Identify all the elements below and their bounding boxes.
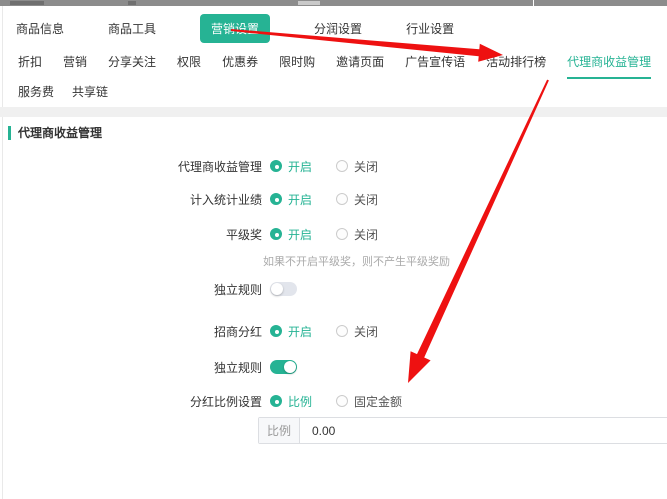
radio-on-label[interactable]: 开启: [288, 323, 312, 340]
radio-fixed-amount-label[interactable]: 固定金额: [354, 393, 402, 410]
field-label: 分红比例设置: [0, 393, 262, 410]
subtab-share-follow[interactable]: 分享关注: [108, 53, 156, 77]
ratio-input-prefix: 比例: [259, 418, 300, 443]
independent-rule-toggle-off[interactable]: [270, 282, 297, 296]
field-label: 计入统计业绩: [0, 191, 262, 208]
form-row-dividend-ratio: 分红比例设置 比例 固定金额: [0, 393, 402, 409]
ratio-input-group: 比例: [258, 417, 667, 444]
tab-profit-settings[interactable]: 分润设置: [314, 20, 362, 37]
radio-on-label[interactable]: 开启: [288, 158, 312, 175]
field-label: 平级奖: [0, 226, 262, 243]
form-row-independent-rule-2: 独立规则: [0, 359, 297, 375]
subtab-flash-sale[interactable]: 限时购: [279, 53, 315, 77]
tab-product-tools[interactable]: 商品工具: [108, 20, 156, 37]
section-header: 代理商收益管理: [8, 124, 102, 141]
chrome-decoration: [10, 1, 44, 5]
subtab-ad-slogan[interactable]: 广告宣传语: [405, 53, 465, 77]
field-label: 独立规则: [0, 281, 262, 298]
radio-on-label[interactable]: 开启: [288, 191, 312, 208]
form-row-count-stats: 计入统计业绩 开启 关闭: [0, 191, 378, 207]
radio-ratio-selected[interactable]: [270, 395, 282, 407]
top-tab-bar: 商品信息 商品工具 营销设置 分润设置 行业设置: [3, 12, 667, 44]
subtab-coupon[interactable]: 优惠券: [222, 53, 258, 77]
radio-ratio-label[interactable]: 比例: [288, 393, 312, 410]
radio-off[interactable]: [336, 160, 348, 172]
radio-off-label[interactable]: 关闭: [354, 323, 378, 340]
section-accent-bar: [8, 126, 11, 140]
subtab-permission[interactable]: 权限: [177, 53, 201, 77]
section-title: 代理商收益管理: [18, 124, 102, 141]
radio-off[interactable]: [336, 193, 348, 205]
radio-on-selected[interactable]: [270, 325, 282, 337]
form-row-peer-reward: 平级奖 开启 关闭: [0, 226, 378, 242]
chrome-decoration: [128, 1, 136, 5]
tab-product-info[interactable]: 商品信息: [16, 20, 64, 37]
radio-off[interactable]: [336, 325, 348, 337]
tab-industry-settings[interactable]: 行业设置: [406, 20, 454, 37]
radio-off-label[interactable]: 关闭: [354, 191, 378, 208]
radio-on-selected[interactable]: [270, 228, 282, 240]
radio-on-label[interactable]: 开启: [288, 226, 312, 243]
sub-tab-bar: 折扣 营销 分享关注 权限 优惠券 限时购 邀请页面 广告宣传语 活动排行榜 代…: [3, 53, 667, 75]
radio-fixed-amount[interactable]: [336, 395, 348, 407]
subtab-share-chain[interactable]: 共享链: [72, 83, 108, 103]
chrome-decoration: [298, 1, 320, 5]
radio-off-label[interactable]: 关闭: [354, 158, 378, 175]
peer-reward-hint: 如果不开启平级奖，则不产生平级奖励: [263, 253, 450, 269]
subtab-invite-page[interactable]: 邀请页面: [336, 53, 384, 77]
independent-rule-toggle-on[interactable]: [270, 360, 297, 374]
field-label: 招商分红: [0, 323, 262, 340]
radio-off[interactable]: [336, 228, 348, 240]
subtab-marketing[interactable]: 营销: [63, 53, 87, 77]
ratio-input[interactable]: [300, 418, 667, 443]
field-label: 独立规则: [0, 359, 262, 376]
subtab-service-fee[interactable]: 服务费: [18, 83, 54, 103]
tab-marketing-settings-active[interactable]: 营销设置: [200, 14, 270, 43]
subtab-discount[interactable]: 折扣: [18, 53, 42, 77]
radio-on-selected[interactable]: [270, 160, 282, 172]
field-label: 代理商收益管理: [0, 158, 262, 175]
form-row-independent-rule-1: 独立规则: [0, 281, 297, 297]
sub-tab-bar-row2: 服务费 共享链: [3, 83, 667, 103]
page: 商品信息 商品工具 营销设置 分润设置 行业设置 折扣 营销 分享关注 权限 优…: [0, 0, 667, 499]
radio-on-selected[interactable]: [270, 193, 282, 205]
radio-off-label[interactable]: 关闭: [354, 226, 378, 243]
section-separator: [0, 107, 667, 117]
subtab-activity-ranking[interactable]: 活动排行榜: [486, 53, 546, 77]
subtab-agent-income-active[interactable]: 代理商收益管理: [567, 53, 651, 79]
form-row-agent-income: 代理商收益管理 开启 关闭: [0, 158, 378, 174]
form-row-merchant-dividend: 招商分红 开启 关闭: [0, 323, 378, 339]
